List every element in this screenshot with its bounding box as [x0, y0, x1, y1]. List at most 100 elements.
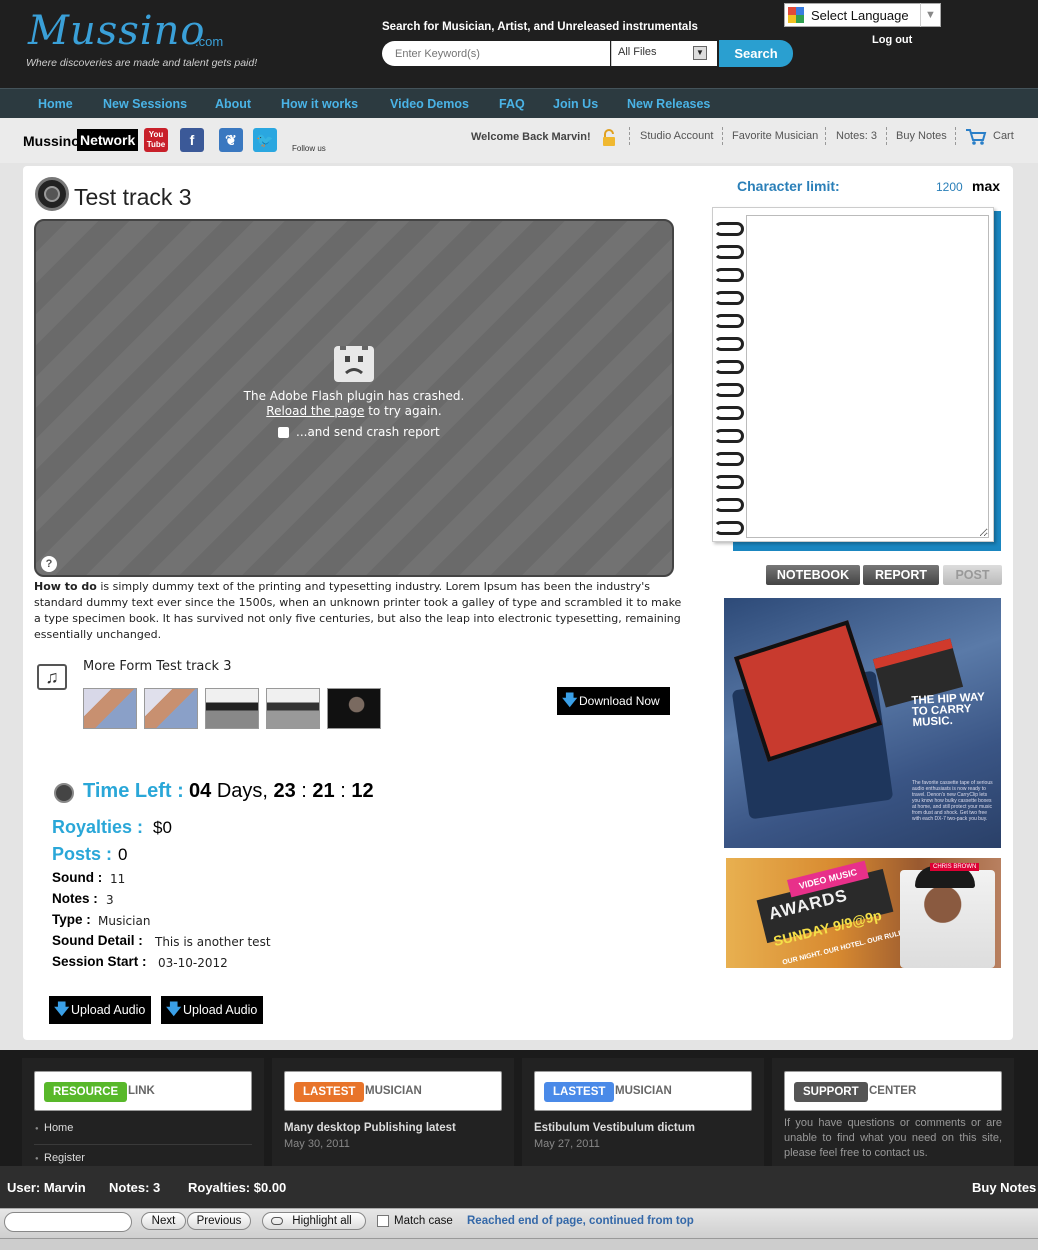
countdown: 04 Days, 23 : 21 : 12: [189, 780, 374, 802]
flash-crash-line: The Adobe Flash plugin has crashed.: [243, 389, 465, 403]
lastest-badge: LASTEST: [294, 1082, 365, 1102]
studio-account-link[interactable]: Studio Account: [640, 130, 713, 142]
search-label: Search for Musician, Artist, and Unrelea…: [382, 21, 698, 33]
status-notes: Notes: 3: [109, 1180, 161, 1195]
reload-page-link[interactable]: Reload the page: [266, 404, 364, 418]
thumbnail[interactable]: [266, 688, 320, 729]
status-buy-notes[interactable]: Buy Notes: [972, 1180, 1036, 1195]
flash-crash-line-rest: to try again.: [364, 404, 442, 418]
window-bottom-edge: [0, 1238, 1038, 1250]
language-select[interactable]: Select Language: [784, 3, 941, 27]
lastest-item-title[interactable]: Estibulum Vestibulum dictum: [534, 1122, 695, 1134]
main-nav: Home New Sessions About How it works Vid…: [0, 88, 1038, 118]
nav-new-releases[interactable]: New Releases: [627, 97, 710, 111]
tab-report[interactable]: REPORT: [863, 565, 939, 585]
footer-link-register[interactable]: Register: [44, 1152, 85, 1164]
lock-icon: [603, 129, 615, 146]
upload-audio-button[interactable]: 🡇 Upload Audio: [49, 996, 151, 1024]
support-badge: SUPPORT: [794, 1082, 868, 1102]
cart-icon[interactable]: [965, 128, 987, 146]
posts-label: Posts :: [52, 844, 113, 864]
countdown-days-label: Days,: [216, 780, 268, 802]
follow-us-label: Follow us: [292, 144, 326, 153]
myspace-icon[interactable]: ❦: [219, 128, 243, 152]
network-label: Mussino: [23, 133, 80, 149]
spiral-ring: [714, 245, 744, 259]
chevron-down-icon[interactable]: ▼: [693, 46, 707, 60]
search-button[interactable]: Search: [719, 40, 793, 67]
nav-join-us[interactable]: Join Us: [553, 97, 598, 111]
spiral-ring: [714, 383, 744, 397]
spiral-ring: [714, 475, 744, 489]
thumbnail[interactable]: [205, 688, 259, 729]
sound-detail-value: This is another test: [155, 935, 271, 949]
help-icon[interactable]: ?: [41, 556, 57, 572]
notes-label: Notes :: [52, 891, 98, 906]
thumbnail[interactable]: [144, 688, 198, 729]
thumbnail[interactable]: [83, 688, 137, 729]
spiral-ring: [714, 429, 744, 443]
find-status: Reached end of page, continued from top: [467, 1215, 694, 1227]
tab-post[interactable]: POST: [943, 565, 1002, 585]
find-previous-button[interactable]: Previous: [187, 1212, 251, 1230]
google-translate-icon: [788, 7, 804, 23]
highlight-icon: [271, 1217, 283, 1225]
type-label: Type :: [52, 912, 91, 927]
speaker-cone: [44, 186, 60, 202]
description-heading: How to do: [34, 580, 97, 593]
nav-faq[interactable]: FAQ: [499, 97, 525, 111]
youtube-icon[interactable]: You Tube: [144, 128, 168, 152]
favorite-musician-link[interactable]: Favorite Musician: [732, 130, 818, 142]
session-start-label: Session Start :: [52, 954, 147, 969]
search-input[interactable]: [382, 41, 610, 66]
track-description: How to do is simply dummy text of the pr…: [34, 579, 682, 643]
support-text: If you have questions or comments or are…: [784, 1117, 1002, 1159]
twitter-icon[interactable]: 🐦: [253, 128, 277, 152]
nav-about[interactable]: About: [215, 97, 251, 111]
spiral-ring: [714, 452, 744, 466]
nav-video-demos[interactable]: Video Demos: [390, 97, 469, 111]
thumbnail[interactable]: [327, 688, 381, 729]
find-input[interactable]: [4, 1212, 132, 1232]
track-title: Test track 3: [74, 184, 192, 210]
countdown-seconds: 12: [351, 780, 374, 802]
footer-link-home[interactable]: Home: [44, 1122, 73, 1134]
denon-ad-headline: THE HIP WAY TO CARRY MUSIC.: [911, 691, 985, 730]
countdown-days: 04: [189, 780, 212, 802]
crash-report-checkbox[interactable]: [278, 427, 289, 438]
resource-badge: RESOURCE: [44, 1082, 128, 1102]
lastest-item-date: May 30, 2011: [284, 1138, 350, 1150]
match-case-checkbox[interactable]: [377, 1215, 389, 1227]
clock-icon: [54, 783, 74, 803]
nav-home[interactable]: Home: [38, 97, 73, 111]
find-next-button[interactable]: Next: [141, 1212, 186, 1230]
chevron-down-icon[interactable]: ▼: [920, 3, 940, 27]
upload-audio-label: Upload Audio: [183, 1003, 258, 1017]
buy-notes-link[interactable]: Buy Notes: [896, 130, 947, 142]
vma-ad-artist-name: CHRIS BROWN: [930, 863, 980, 871]
notes-count-link[interactable]: Notes: 3: [836, 130, 877, 142]
site-logo[interactable]: Mussino: [28, 8, 205, 54]
nav-how-it-works[interactable]: How it works: [281, 97, 358, 111]
logout-link[interactable]: Log out: [872, 34, 912, 46]
divider: [825, 127, 826, 145]
notes-value: 3: [106, 893, 114, 907]
sound-value: 11: [110, 872, 126, 886]
denon-ad-body: The favorite cassette tape of serious au…: [912, 780, 993, 822]
tab-notebook[interactable]: NOTEBOOK: [766, 565, 860, 585]
flash-crash-message: The Adobe Flash plugin has crashed. Relo…: [200, 389, 508, 419]
spiral-ring: [714, 268, 744, 282]
highlight-all-button[interactable]: Highlight all: [262, 1212, 366, 1230]
nav-new-sessions[interactable]: New Sessions: [103, 97, 187, 111]
facebook-icon[interactable]: f: [180, 128, 204, 152]
lastest-item-title[interactable]: Many desktop Publishing latest: [284, 1122, 456, 1134]
character-limit-max: max: [972, 178, 1001, 194]
cart-link[interactable]: Cart: [993, 130, 1014, 142]
time-left-label: Time Left :: [83, 780, 184, 802]
upload-audio-button[interactable]: 🡇 Upload Audio: [161, 996, 263, 1024]
music-note-icon: ♫: [37, 664, 67, 690]
download-now-button[interactable]: 🡇 Download Now: [557, 687, 670, 715]
character-limit-label: Character limit:: [737, 178, 840, 194]
notebook-textarea[interactable]: [746, 215, 989, 538]
spiral-ring: [714, 291, 744, 305]
